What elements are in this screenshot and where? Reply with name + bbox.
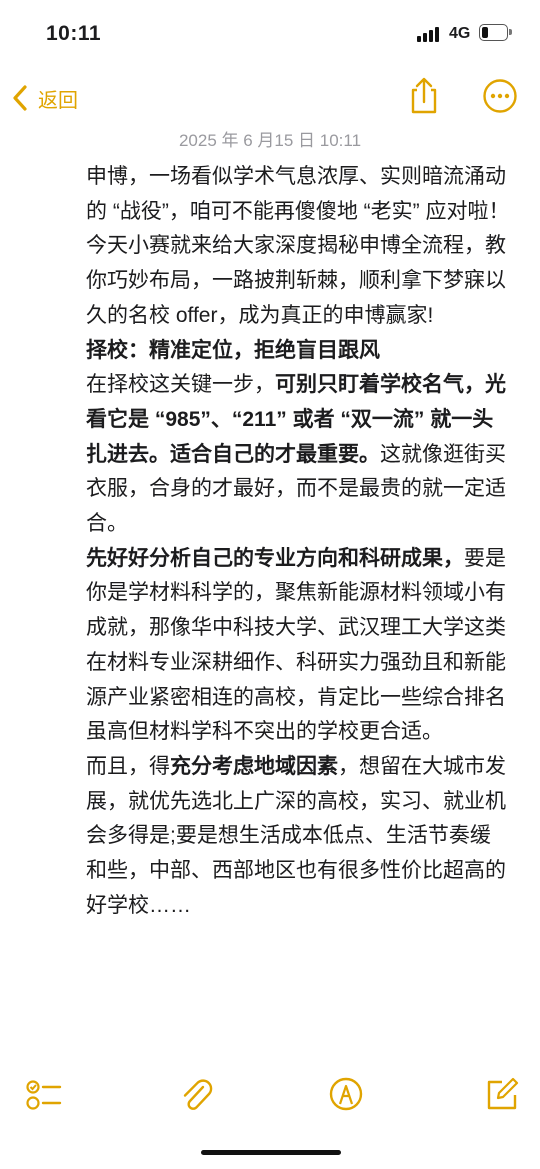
compose-button[interactable]: [482, 1074, 522, 1114]
note-date: 2025 年 6 月15 日 10:11: [178, 131, 362, 150]
signal-strength-icon: [417, 26, 443, 42]
text-run: ，想留在大城市发展，就优先选北上广深的高校，实习、就业机会多得是;要是想生活成本…: [86, 754, 506, 917]
note-paragraph: 申博，一场看似学术气息浓厚、实则暗流涌动的 “战役”，咱可不能再傻傻地 “老实”…: [86, 160, 510, 264]
markup-button[interactable]: [326, 1074, 366, 1114]
network-type: 4G: [449, 25, 471, 42]
paperclip-icon: [183, 1079, 213, 1110]
nav-bar: 返回: [0, 70, 540, 126]
attachment-button[interactable]: [176, 1074, 216, 1114]
bold-text-run: 充分考虑地域因素: [170, 754, 338, 778]
status-bar: 10:11 4G: [0, 0, 540, 66]
text-run: 申博，一场看似学术气息浓厚、实则暗流涌动的 “战役”，咱可不能再傻傻地 “老实”…: [86, 165, 510, 258]
text-run: 而且，得: [86, 754, 170, 778]
back-label: 返回: [38, 89, 78, 112]
share-button[interactable]: [406, 76, 442, 116]
bold-text-run: 择校：精准定位，拒绝盲目跟风: [86, 338, 380, 362]
bottom-toolbar: [0, 1066, 540, 1122]
text-run: 你巧妙布局，一路披荆斩棘，顺利拿下梦寐以久的名校 offer，成为真正的申博赢家…: [86, 269, 506, 327]
compose-icon: [487, 1077, 519, 1110]
note-paragraph: 先好好分析自己的专业方向和科研成果，要是你是学材料科学的，聚焦新能源材料领域小有…: [86, 542, 510, 750]
battery-icon: [479, 24, 512, 41]
ellipsis-circle-icon: [483, 79, 517, 113]
status-time: 10:11: [46, 22, 102, 45]
text-run: 在择校这关键一步，: [86, 373, 275, 397]
back-button[interactable]: 返回: [10, 78, 78, 118]
note-body[interactable]: 申博，一场看似学术气息浓厚、实则暗流涌动的 “战役”，咱可不能再傻傻地 “老实”…: [86, 160, 510, 1060]
note-paragraph: 你巧妙布局，一路披荆斩棘，顺利拿下梦寐以久的名校 offer，成为真正的申博赢家…: [86, 264, 510, 333]
home-indicator: [201, 1150, 341, 1155]
checklist-button[interactable]: [24, 1074, 64, 1114]
note-paragraph: 在择校这关键一步，可别只盯着学校名气，光看它是 “985”、“211” 或者 “…: [86, 368, 510, 542]
share-icon: [411, 77, 437, 114]
text-run: 要是你是学材料科学的，聚焦新能源材料领域小有成就，那像华中科技大学、武汉理工大学…: [86, 546, 506, 744]
note-paragraph: 择校：精准定位，拒绝盲目跟风: [86, 334, 510, 369]
more-button[interactable]: [482, 78, 518, 114]
note-paragraph: 而且，得充分考虑地域因素，想留在大城市发展，就优先选北上广深的高校，实习、就业机…: [86, 750, 510, 924]
pen-markup-icon: [329, 1077, 363, 1111]
chevron-left-icon: [13, 85, 27, 111]
bold-text-run: 先好好分析自己的专业方向和科研成果，: [86, 546, 464, 570]
checklist-icon: [26, 1080, 62, 1110]
